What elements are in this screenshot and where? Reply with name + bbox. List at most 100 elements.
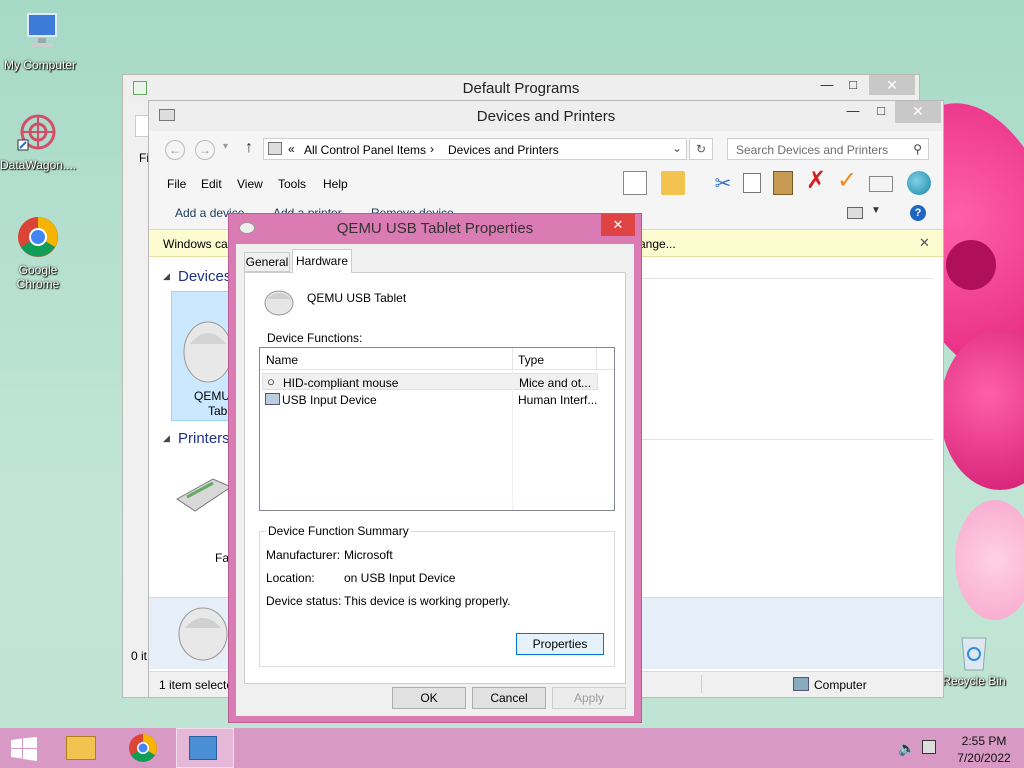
- globe-icon[interactable]: [907, 171, 931, 195]
- desktop-icon-label: My Computer: [3, 58, 77, 72]
- computer-small-icon: [793, 677, 809, 691]
- view-options-chevron-icon[interactable]: ▼: [871, 205, 881, 216]
- ok-button[interactable]: OK: [392, 687, 466, 709]
- usb-device-icon: [265, 393, 280, 405]
- table-row[interactable]: ○ HID-compliant mouse Mice and ot...: [262, 373, 598, 390]
- breadcrumb-all-items[interactable]: All Control Panel Items: [304, 143, 426, 157]
- up-arrow-icon[interactable]: ↑: [245, 139, 253, 157]
- device-status-label: Device status:: [266, 594, 342, 608]
- checkmark-icon[interactable]: ✓: [835, 169, 859, 193]
- copy-icon[interactable]: [743, 173, 761, 193]
- maximize-button[interactable]: □: [867, 101, 895, 121]
- computer-icon: [18, 10, 62, 54]
- paste-icon[interactable]: [773, 171, 793, 195]
- close-icon[interactable]: ✕: [919, 235, 930, 251]
- menu-help[interactable]: Help: [323, 177, 348, 191]
- row-type: Human Interf...: [518, 393, 598, 407]
- desktop-icon-recycle-bin[interactable]: Recycle Bin: [936, 630, 1012, 688]
- layout-pane-icon[interactable]: [623, 171, 647, 195]
- menu-tools[interactable]: Tools: [278, 177, 306, 191]
- folder-properties-icon[interactable]: [661, 171, 685, 195]
- close-button[interactable]: ✕: [869, 75, 915, 95]
- status-text: 1 item selecte: [159, 678, 234, 692]
- desktop-icon-datawagon[interactable]: DataWagon....: [0, 110, 76, 172]
- network-icon[interactable]: [922, 740, 936, 754]
- envelope-icon[interactable]: [869, 176, 893, 192]
- search-placeholder: Search Devices and Printers: [736, 143, 889, 157]
- search-icon[interactable]: ⚲: [913, 142, 922, 156]
- properties-dialog[interactable]: QEMU USB Tablet Properties ✕ General Har…: [228, 213, 642, 723]
- speaker-muted-icon[interactable]: 🔈: [898, 740, 915, 757]
- taskbar: 🔈 2:55 PM 7/20/2022: [0, 728, 1024, 768]
- mouse-icon: [183, 321, 233, 383]
- forward-arrow-icon[interactable]: →: [195, 140, 215, 160]
- delete-icon[interactable]: ✗: [804, 169, 828, 193]
- cut-icon[interactable]: ✂: [711, 171, 735, 195]
- column-guide: [512, 370, 513, 510]
- windows-start-icon[interactable]: [11, 737, 37, 761]
- change-view-icon[interactable]: [847, 207, 863, 219]
- collapse-arrow-icon[interactable]: ◢: [163, 433, 170, 444]
- mouse-small-icon: ○: [267, 374, 275, 389]
- minimize-button[interactable]: —: [813, 75, 841, 95]
- minimize-button[interactable]: —: [839, 101, 867, 121]
- address-overflow[interactable]: «: [288, 142, 295, 156]
- menu-edit[interactable]: Edit: [201, 177, 222, 191]
- properties-button[interactable]: Properties: [516, 633, 604, 655]
- mouse-icon: [264, 290, 294, 316]
- recent-pages-icon[interactable]: ▾: [223, 141, 228, 152]
- row-name: HID-compliant mouse: [283, 376, 399, 390]
- taskbar-control-panel-button[interactable]: [176, 728, 234, 768]
- help-icon[interactable]: ?: [910, 205, 926, 221]
- search-input[interactable]: Search Devices and Printers ⚲: [727, 138, 929, 160]
- printer-tile[interactable]: Fax: [173, 471, 235, 565]
- back-arrow-icon[interactable]: ←: [165, 140, 185, 160]
- breadcrumb-devices-printers[interactable]: Devices and Printers: [448, 143, 559, 157]
- dialog-body: General Hardware QEMU USB Tablet Device …: [236, 244, 634, 716]
- chevron-down-icon[interactable]: ⌄: [672, 141, 682, 155]
- device-label: QEMU: [194, 389, 230, 403]
- column-divider[interactable]: [512, 348, 513, 370]
- address-bar[interactable]: « All Control Panel Items › Devices and …: [263, 138, 687, 160]
- device-function-summary: Device Function Summary Manufacturer: Mi…: [259, 524, 615, 667]
- close-button[interactable]: ✕: [601, 214, 635, 236]
- refresh-icon[interactable]: ↻: [689, 138, 713, 160]
- manufacturer-label: Manufacturer:: [266, 548, 341, 562]
- device-tile-selected[interactable]: QEMU Tabl: [171, 291, 235, 421]
- column-header-type[interactable]: Type: [518, 353, 544, 367]
- apply-button[interactable]: Apply: [552, 687, 626, 709]
- collapse-arrow-icon[interactable]: ◢: [163, 271, 170, 282]
- tab-hardware[interactable]: Hardware: [292, 249, 352, 273]
- summary-title: Device Function Summary: [266, 524, 411, 538]
- info-bar-text-end: ange...: [639, 237, 676, 251]
- device-functions-label: Device Functions:: [267, 331, 363, 345]
- window-title: Default Programs: [462, 80, 580, 97]
- column-divider[interactable]: [596, 348, 597, 370]
- table-row[interactable]: USB Input Device Human Interf...: [262, 391, 598, 408]
- dialog-title: QEMU USB Tablet Properties: [336, 220, 534, 237]
- column-header-name[interactable]: Name: [266, 353, 298, 367]
- file-explorer-icon[interactable]: [66, 736, 96, 760]
- title-bar: Devices and Printers — □ ✕: [149, 101, 943, 131]
- desktop-icon-my-computer[interactable]: My Computer: [2, 10, 78, 72]
- close-button[interactable]: ✕: [895, 101, 941, 123]
- desktop-icon-label: Recycle Bin: [942, 674, 1006, 688]
- menu-view[interactable]: View: [237, 177, 263, 191]
- clock-date[interactable]: 7/20/2022: [954, 751, 1014, 765]
- window-title: Devices and Printers: [476, 108, 616, 125]
- clock-time[interactable]: 2:55 PM: [954, 734, 1014, 748]
- device-label-line2: Tabl: [208, 404, 231, 418]
- maximize-button[interactable]: □: [839, 75, 867, 95]
- desktop-icon-google-chrome[interactable]: Google Chrome: [0, 215, 76, 291]
- chrome-taskbar-icon[interactable]: [128, 733, 158, 763]
- device-name: QEMU USB Tablet: [307, 291, 407, 305]
- menu-file[interactable]: File: [167, 177, 186, 191]
- cancel-button[interactable]: Cancel: [472, 687, 546, 709]
- datawagon-icon: [16, 110, 60, 154]
- section-printers[interactable]: Printers: [178, 430, 230, 447]
- tab-general[interactable]: General: [244, 252, 290, 272]
- section-devices[interactable]: Devices: [178, 268, 231, 285]
- section-divider: [619, 439, 933, 440]
- desktop-icon-label: DataWagon....: [0, 158, 77, 172]
- device-functions-list[interactable]: Name Type ○ HID-compliant mouse Mice and…: [259, 347, 615, 511]
